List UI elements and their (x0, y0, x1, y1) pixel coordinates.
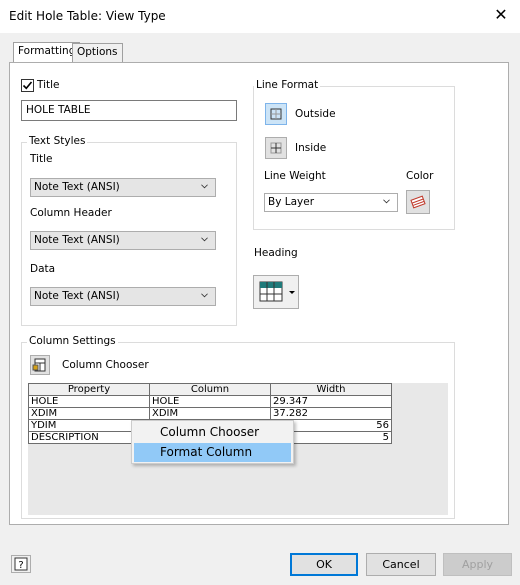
chevron-down-icon (201, 184, 208, 189)
apply-button[interactable]: Apply (443, 553, 512, 576)
outside-border-button[interactable] (265, 103, 287, 125)
help-button[interactable]: ? (11, 555, 31, 573)
title-text-field[interactable]: HOLE TABLE (21, 100, 237, 121)
table-row[interactable]: XDIM XDIM 37.282 (28, 407, 392, 420)
close-icon[interactable]: ✕ (492, 6, 510, 24)
title-bar: Edit Hole Table: View Type ✕ (0, 0, 520, 33)
cell-column[interactable]: XDIM (149, 407, 271, 420)
data-style-value: Note Text (ANSI) (34, 290, 120, 302)
column-chooser-button[interactable] (30, 355, 50, 375)
cell-column[interactable]: HOLE (149, 395, 271, 408)
inside-label: Inside (295, 142, 327, 154)
cell-property[interactable]: XDIM (28, 407, 150, 420)
color-label: Color (406, 170, 434, 182)
tab-options[interactable]: Options (72, 43, 123, 62)
color-button[interactable] (406, 190, 430, 214)
cancel-button[interactable]: Cancel (366, 553, 436, 576)
column-header-style-label: Column Header (30, 207, 112, 219)
ok-button[interactable]: OK (290, 553, 358, 576)
chevron-down-icon (383, 199, 390, 204)
title-checkbox-label: Title (37, 79, 60, 91)
chevron-down-icon (201, 293, 208, 298)
line-weight-value: By Layer (268, 196, 315, 208)
inside-border-icon (270, 142, 282, 154)
table-heading-icon (259, 281, 295, 302)
outside-label: Outside (295, 108, 336, 120)
tab-formatting[interactable]: Formatting (13, 42, 81, 63)
header-width[interactable]: Width (270, 383, 392, 396)
window-title: Edit Hole Table: View Type (9, 9, 166, 23)
chevron-down-icon (201, 237, 208, 242)
text-styles-label: Text Styles (27, 135, 88, 147)
svg-text:?: ? (18, 560, 23, 571)
title-style-value: Note Text (ANSI) (34, 181, 120, 193)
title-style-select[interactable]: Note Text (ANSI) (30, 178, 216, 197)
title-checkbox[interactable] (21, 79, 34, 92)
inside-border-button[interactable] (265, 137, 287, 159)
header-property[interactable]: Property (28, 383, 150, 396)
data-style-select[interactable]: Note Text (ANSI) (30, 287, 216, 306)
data-style-label: Data (30, 263, 56, 275)
line-weight-label: Line Weight (264, 170, 326, 182)
help-icon: ? (14, 557, 28, 571)
context-menu: Column Chooser Format Column (131, 420, 294, 464)
outside-border-icon (270, 108, 282, 120)
column-header-style-select[interactable]: Note Text (ANSI) (30, 231, 216, 250)
column-chooser-label: Column Chooser (62, 359, 149, 371)
menu-item-column-chooser[interactable]: Column Chooser (134, 423, 291, 442)
line-weight-select[interactable]: By Layer (264, 193, 398, 212)
cell-width[interactable]: 37.282 (270, 407, 392, 420)
cell-width[interactable]: 29.347 (270, 395, 392, 408)
checkmark-icon (22, 81, 33, 90)
heading-dropdown-button[interactable] (253, 275, 299, 309)
column-header-style-value: Note Text (ANSI) (34, 234, 120, 246)
table-row[interactable]: HOLE HOLE 29.347 (28, 395, 392, 408)
column-settings-label: Column Settings (27, 335, 118, 347)
menu-item-format-column[interactable]: Format Column (134, 443, 291, 462)
line-format-label: Line Format (254, 79, 321, 91)
cell-property[interactable]: HOLE (28, 395, 150, 408)
column-chooser-icon (32, 358, 46, 372)
color-swatch-icon (410, 195, 426, 209)
header-column[interactable]: Column (149, 383, 271, 396)
title-style-label: Title (30, 153, 53, 165)
heading-label: Heading (254, 247, 298, 259)
